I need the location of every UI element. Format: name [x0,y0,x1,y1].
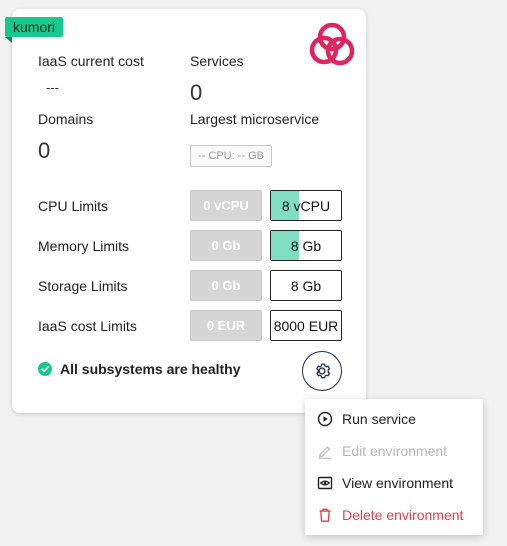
menu-item-run-service[interactable]: Run service [305,403,483,435]
settings-button[interactable] [302,351,342,391]
pencil-icon [317,443,333,459]
menu-item-label: Delete environment [342,507,464,523]
domains-value: 0 [38,138,51,163]
environment-card: kumori IaaS current cost --- Services 0 … [5,9,366,413]
play-circle-icon [317,411,333,427]
memory-limits-label: Memory Limits [38,238,130,254]
check-circle-icon [38,362,52,376]
health-text: All subsystems are healthy [60,361,241,377]
services-value: 0 [190,80,203,105]
page: kumori IaaS current cost --- Services 0 … [0,0,507,546]
environment-menu: Run service Edit environment View enviro… [305,399,483,535]
menu-item-label: Edit environment [342,443,448,459]
iaas-cost-used-box: 0 EUR [190,310,262,341]
storage-used-box: 0 Gb [190,270,262,301]
cpu-limits-label: CPU Limits [38,198,109,214]
cpu-used-box: 0 vCPU [190,190,262,221]
menu-item-label: Run service [342,411,416,427]
menu-item-delete-environment[interactable]: Delete environment [305,499,483,531]
largest-microservice-value: -- CPU: -- GB [190,145,272,167]
gear-icon [316,363,331,379]
cpu-limit-text: 8 vCPU [281,197,331,214]
storage-limit-text: 8 Gb [290,277,322,294]
memory-used-box: 0 Gb [190,230,262,261]
cpu-limit-box: 8 vCPU [270,190,342,221]
tag-fold [5,37,12,43]
largest-microservice-label: Largest microservice [190,111,320,127]
menu-item-edit-environment: Edit environment [305,435,483,467]
trash-icon [317,507,333,523]
menu-item-label: View environment [342,475,454,491]
iaas-cost-limits-label: IaaS cost Limits [38,318,137,334]
iaas-cost-limit-text: 8000 EUR [273,317,339,334]
services-label: Services [190,53,244,69]
iaas-cost-value: --- [46,80,59,95]
iaas-cost-limit-box: 8000 EUR [270,310,342,341]
iaas-cost-label: IaaS current cost [38,53,144,69]
storage-limits-label: Storage Limits [38,278,128,294]
health-status: All subsystems are healthy [38,361,241,377]
memory-limit-text: 8 Gb [290,237,322,254]
storage-limit-box: 8 Gb [270,270,342,301]
eye-icon [317,475,333,491]
memory-limit-box: 8 Gb [270,230,342,261]
menu-item-view-environment[interactable]: View environment [305,467,483,499]
environment-tag: kumori [5,17,64,37]
domains-label: Domains [38,111,94,127]
kumori-logo-icon [309,22,355,66]
